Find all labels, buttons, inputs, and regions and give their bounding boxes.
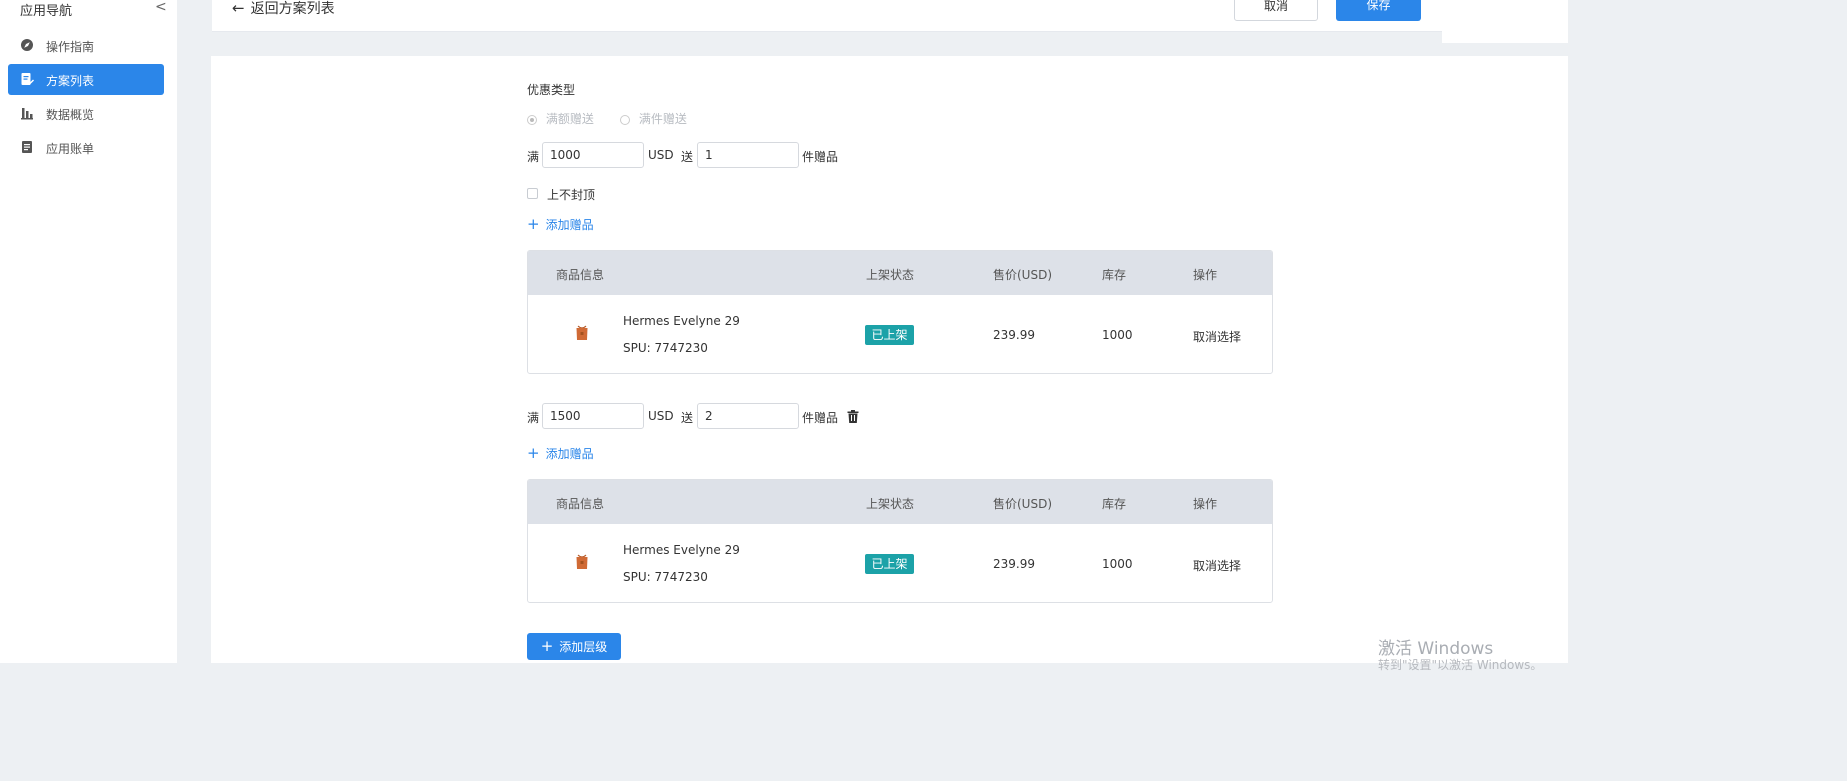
collapse-icon[interactable]: < [155, 0, 167, 15]
sidebar-item-guide[interactable]: 操作指南 [8, 30, 164, 61]
status-badge: 已上架 [865, 554, 914, 574]
trash-icon[interactable] [847, 410, 859, 423]
windows-watermark-sub: 转到"设置"以激活 Windows。 [1378, 658, 1543, 672]
sidebar-item-plans[interactable]: 方案列表 [8, 64, 164, 95]
table-header: 商品信息 上架状态 售价(USD) 库存 操作 [528, 251, 1272, 295]
sidebar-item-label: 方案列表 [46, 74, 95, 88]
usd-label: USD [648, 409, 674, 423]
col-action: 操作 [1193, 268, 1218, 282]
gift-table: 商品信息 上架状态 售价(USD) 库存 操作 Hermes Evelyne 2… [527, 479, 1273, 603]
product-image [576, 554, 588, 569]
gift-table: 商品信息 上架状态 售价(USD) 库存 操作 Hermes Evelyne 2… [527, 250, 1273, 374]
main-content: 优惠类型 满额赠送 满件赠送 满 1000 USD 送 1 件赠品 上不封顶 +… [211, 56, 1568, 663]
no-cap-label: 上不封顶 [547, 188, 596, 202]
usd-label: USD [648, 148, 674, 162]
page-header: ← 返回方案列表 取消 保存 [212, 0, 1442, 32]
save-button[interactable]: 保存 [1336, 0, 1421, 21]
col-stock: 库存 [1102, 497, 1127, 511]
radio-amount[interactable]: 满额赠送 [527, 110, 594, 127]
gift-count-input[interactable]: 1 [697, 142, 799, 168]
discount-type-label: 优惠类型 [527, 83, 576, 97]
col-price: 售价(USD) [993, 268, 1053, 282]
sidebar: 应用导航 < 操作指南 方案列表 数据概览 应用账单 [0, 0, 177, 663]
header-filler [1442, 0, 1568, 43]
add-gift-label: 添加赠品 [545, 447, 594, 461]
sidebar-item-data[interactable]: 数据概览 [8, 98, 164, 129]
add-gift-link[interactable]: + 添加赠品 [527, 444, 594, 462]
product-spu: SPU: 7747230 [623, 341, 708, 355]
bill-icon [22, 141, 32, 153]
amount-input[interactable]: 1500 [542, 403, 644, 429]
col-status: 上架状态 [866, 497, 915, 511]
col-product: 商品信息 [556, 268, 605, 282]
gift-count-input[interactable]: 2 [697, 403, 799, 429]
product-image [576, 325, 588, 340]
status-badge: 已上架 [865, 325, 914, 345]
document-edit-icon [21, 73, 34, 85]
arrow-left-icon: ← [232, 0, 245, 17]
back-label: 返回方案列表 [250, 1, 335, 17]
price-cell: 239.99 [993, 557, 1035, 571]
song-label: 送 [681, 411, 694, 425]
col-action: 操作 [1193, 497, 1218, 511]
radio-label: 满额赠送 [545, 112, 594, 126]
back-link[interactable]: ← 返回方案列表 [232, 0, 335, 18]
gift-unit-label: 件赠品 [802, 411, 839, 425]
plus-icon: + [527, 444, 540, 462]
col-status: 上架状态 [866, 268, 915, 282]
add-level-button[interactable]: + 添加层级 [527, 633, 621, 660]
no-cap-checkbox[interactable] [527, 188, 538, 199]
stock-cell: 1000 [1102, 557, 1133, 571]
radio-label: 满件赠送 [638, 112, 687, 126]
gift-unit-label: 件赠品 [802, 150, 839, 164]
product-name: Hermes Evelyne 29 [623, 314, 740, 328]
plus-icon: + [540, 637, 554, 655]
col-price: 售价(USD) [993, 497, 1053, 511]
col-stock: 库存 [1102, 268, 1127, 282]
sidebar-item-label: 数据概览 [46, 108, 95, 122]
table-row: Hermes Evelyne 29 SPU: 7747230 已上架 239.9… [528, 295, 1272, 373]
sidebar-item-bills[interactable]: 应用账单 [8, 132, 164, 163]
add-level-label: 添加层级 [559, 640, 608, 654]
compass-icon [21, 39, 33, 51]
man-label: 满 [527, 150, 540, 164]
cancel-button[interactable]: 取消 [1234, 0, 1318, 21]
col-product: 商品信息 [556, 497, 605, 511]
sidebar-item-label: 应用账单 [46, 142, 95, 156]
table-row: Hermes Evelyne 29 SPU: 7747230 已上架 239.9… [528, 524, 1272, 602]
radio-dot [527, 114, 537, 125]
table-header: 商品信息 上架状态 售价(USD) 库存 操作 [528, 480, 1272, 524]
amount-input[interactable]: 1000 [542, 142, 644, 168]
radio-dot [620, 114, 630, 125]
deselect-link[interactable]: 取消选择 [1193, 557, 1241, 574]
product-spu: SPU: 7747230 [623, 570, 708, 584]
bar-chart-icon [21, 108, 33, 120]
man-label: 满 [527, 411, 540, 425]
radio-quantity[interactable]: 满件赠送 [620, 110, 687, 127]
plus-icon: + [527, 215, 540, 233]
price-cell: 239.99 [993, 328, 1035, 342]
add-gift-label: 添加赠品 [545, 218, 594, 232]
sidebar-item-label: 操作指南 [46, 40, 95, 54]
product-name: Hermes Evelyne 29 [623, 543, 740, 557]
add-gift-link[interactable]: + 添加赠品 [527, 215, 594, 233]
stock-cell: 1000 [1102, 328, 1133, 342]
deselect-link[interactable]: 取消选择 [1193, 328, 1241, 345]
sidebar-title: 应用导航 [20, 4, 73, 19]
song-label: 送 [681, 150, 694, 164]
